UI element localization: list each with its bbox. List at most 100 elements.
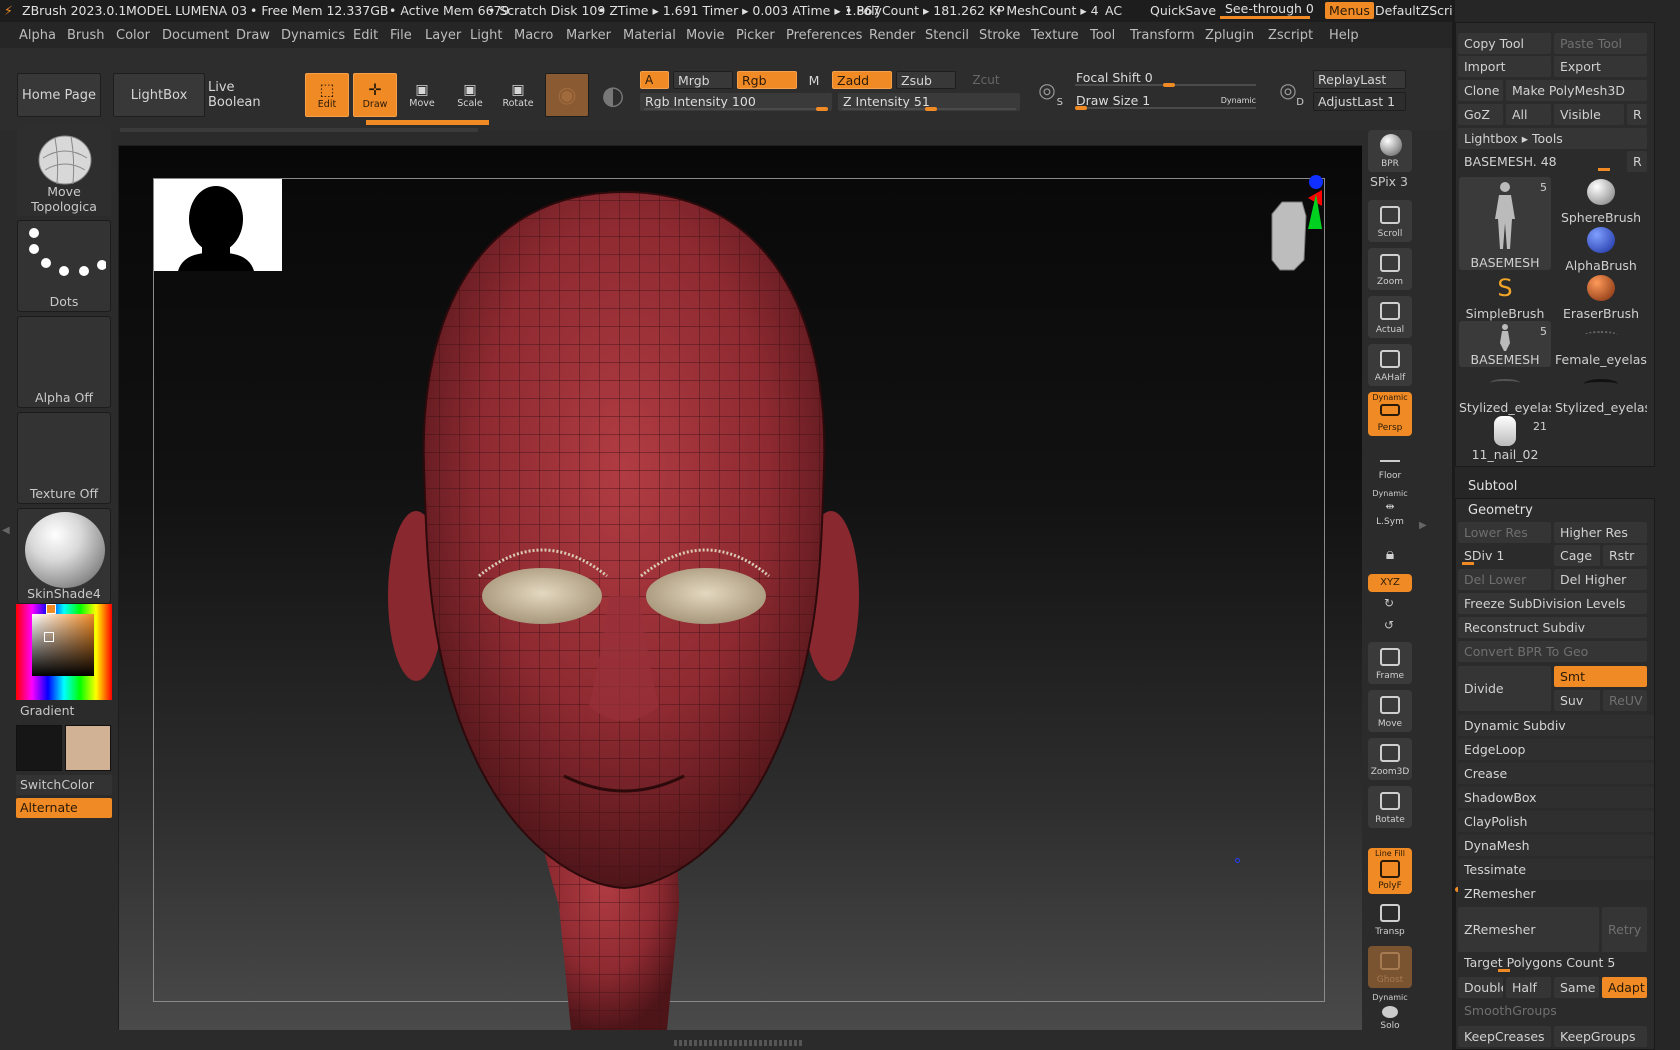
dynamesh-section[interactable]: DynaMesh <box>1458 835 1654 856</box>
see-through-slider[interactable]: See-through 0 <box>1220 1 1314 19</box>
copy-tool-button[interactable]: Copy Tool <box>1458 33 1551 54</box>
canvas-viewport[interactable] <box>119 146 1367 1030</box>
m-toggle[interactable]: M <box>801 71 827 89</box>
clone-button[interactable]: Clone <box>1458 80 1503 101</box>
keepgroups-button[interactable]: KeepGroups <box>1554 1026 1647 1047</box>
menu-color[interactable]: Color <box>116 28 150 43</box>
tool-thumb-simplebrush[interactable]: S SimpleBrush <box>1459 273 1551 321</box>
frame-button[interactable]: Frame <box>1368 642 1412 684</box>
draw-size-knob[interactable] <box>1075 106 1087 110</box>
target-polygons-slider[interactable]: Target Polygons Count 5 <box>1458 952 1647 973</box>
color-sphere-icon[interactable]: ◐ <box>595 78 631 114</box>
texture-slot[interactable]: Texture Off <box>17 412 111 504</box>
brush-slot[interactable]: Move Topologica <box>17 126 111 216</box>
menu-alpha[interactable]: Alpha <box>19 28 56 43</box>
polyf-button[interactable]: Line Fill PolyF <box>1368 848 1412 894</box>
tool-thumb-basemesh-2[interactable]: 5 BASEMESH <box>1459 321 1551 367</box>
basemesh-r-button[interactable]: R <box>1627 151 1647 172</box>
adjust-last-slider[interactable]: AdjustLast 1 <box>1313 92 1406 111</box>
color-marker[interactable] <box>44 632 54 642</box>
dynamic-label[interactable]: Dynamic <box>1221 92 1256 110</box>
menu-picker[interactable]: Picker <box>736 28 775 43</box>
lower-res-button[interactable]: Lower Res <box>1458 522 1551 543</box>
material-swatch[interactable]: ◉ <box>545 73 589 117</box>
tool-thumb-stylized-eyelash-2[interactable]: Stylized_eyelash <box>1555 369 1647 415</box>
focal-shift-knob[interactable] <box>1163 83 1175 87</box>
focal-shift-icon[interactable]: ◎ S <box>1027 70 1067 110</box>
zremesher-section[interactable]: ZRemesher <box>1458 883 1654 904</box>
adapt-toggle[interactable]: Adapt <box>1602 977 1647 998</box>
edit-button[interactable]: ⬚ Edit <box>305 73 349 117</box>
menu-layer[interactable]: Layer <box>425 28 461 43</box>
menu-zplugin[interactable]: Zplugin <box>1205 28 1254 43</box>
alpha-slot[interactable]: Alpha Off <box>17 316 111 408</box>
zcut-toggle[interactable]: Zcut <box>960 71 1012 89</box>
a-toggle[interactable]: A <box>640 71 669 89</box>
spix-slider[interactable]: SPix 3 <box>1370 174 1408 189</box>
draw-button[interactable]: ✛ Draw <box>353 73 397 117</box>
freeze-subdivision-button[interactable]: Freeze SubDivision Levels <box>1458 593 1647 614</box>
menu-stroke[interactable]: Stroke <box>979 28 1020 43</box>
menu-zscript[interactable]: Zscript <box>1268 28 1313 43</box>
claypolish-section[interactable]: ClayPolish <box>1458 811 1654 832</box>
basemesh-slider[interactable]: BASEMESH. 48 <box>1458 151 1623 172</box>
zsub-toggle[interactable]: Zsub <box>896 71 956 89</box>
scroll-button[interactable]: Scroll <box>1368 200 1412 242</box>
shadowbox-section[interactable]: ShadowBox <box>1458 787 1654 808</box>
menu-texture[interactable]: Texture <box>1031 28 1079 43</box>
dynamic-subdiv-section[interactable]: Dynamic Subdiv <box>1458 715 1654 736</box>
menu-transform[interactable]: Transform <box>1130 28 1195 43</box>
primary-color-swatch[interactable] <box>16 725 62 771</box>
aahalf-button[interactable]: AAHalf <box>1368 344 1412 386</box>
live-boolean-button[interactable]: Live Boolean <box>208 73 290 117</box>
smoothgroups-slider[interactable]: SmoothGroups <box>1458 1000 1647 1021</box>
persp-button[interactable]: Dynamic Persp <box>1368 392 1412 436</box>
tool-thumb-basemesh[interactable]: 5 BASEMESH <box>1459 177 1551 270</box>
secondary-color-swatch[interactable] <box>65 725 111 771</box>
head-model[interactable] <box>119 146 1367 1030</box>
menu-brush[interactable]: Brush <box>67 28 105 43</box>
lsym-button[interactable]: Dynamic ⇹ L.Sym <box>1368 488 1412 530</box>
switch-color-button[interactable]: SwitchColor <box>16 775 112 795</box>
suv-toggle[interactable]: Suv <box>1554 690 1600 711</box>
higher-res-button[interactable]: Higher Res <box>1554 522 1647 543</box>
del-lower-button[interactable]: Del Lower <box>1458 569 1551 590</box>
goz-button[interactable]: GoZ <box>1458 104 1503 125</box>
menu-draw[interactable]: Draw <box>236 28 270 43</box>
zoom3d-button[interactable]: Zoom3D <box>1368 738 1412 780</box>
rgb-intensity-slider[interactable]: Rgb Intensity 100 <box>640 93 832 111</box>
goz-r-button[interactable]: R <box>1627 104 1647 125</box>
move-button[interactable]: ▣ Move <box>400 73 444 117</box>
cage-button[interactable]: Cage <box>1554 545 1600 566</box>
del-higher-button[interactable]: Del Higher <box>1554 569 1647 590</box>
menu-render[interactable]: Render <box>869 28 915 43</box>
lock-button[interactable]: 🔒︎ <box>1368 536 1412 570</box>
zadd-toggle[interactable]: Zadd <box>832 71 892 89</box>
xyz-button[interactable]: XYZ <box>1368 574 1412 592</box>
same-button[interactable]: Same <box>1554 977 1599 998</box>
nav-rotate-button[interactable]: Rotate <box>1368 786 1412 828</box>
import-button[interactable]: Import <box>1458 56 1551 77</box>
subtool-section-header[interactable]: Subtool <box>1468 479 1517 494</box>
draw-size-icon[interactable]: ◎ D <box>1268 70 1308 110</box>
smt-toggle[interactable]: Smt <box>1554 666 1647 687</box>
bottom-shelf-handle-icon[interactable] <box>674 1040 804 1046</box>
mrgb-toggle[interactable]: Mrgb <box>673 71 733 89</box>
keepcreases-button[interactable]: KeepCreases <box>1458 1026 1551 1047</box>
reuv-button[interactable]: ReUV <box>1603 690 1647 711</box>
menu-dynamics[interactable]: Dynamics <box>281 28 345 43</box>
scale-button[interactable]: ▣ Scale <box>448 73 492 117</box>
gradient-label[interactable]: Gradient <box>20 703 74 718</box>
menu-material[interactable]: Material <box>623 28 676 43</box>
export-button[interactable]: Export <box>1554 56 1647 77</box>
menu-edit[interactable]: Edit <box>353 28 378 43</box>
double-button[interactable]: Double <box>1458 977 1503 998</box>
right-collapse-icon[interactable]: ▶ <box>1419 520 1427 531</box>
tool-thumb-female-eyelashes[interactable]: Female_eyelashe <box>1555 321 1647 367</box>
tool-thumb-stylized-eyelash-1[interactable]: Stylized_eyelash <box>1459 369 1551 415</box>
divide-button[interactable]: Divide <box>1458 666 1551 711</box>
menu-preferences[interactable]: Preferences <box>786 28 862 43</box>
goz-visible-button[interactable]: Visible <box>1554 104 1624 125</box>
color-square[interactable] <box>32 614 94 676</box>
material-slot[interactable]: SkinShade4 <box>17 508 111 604</box>
